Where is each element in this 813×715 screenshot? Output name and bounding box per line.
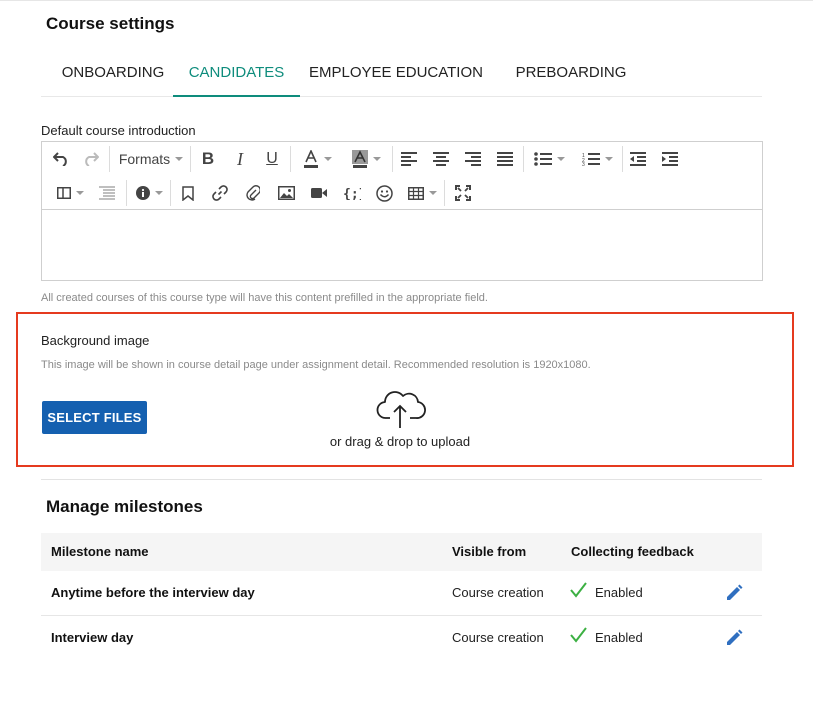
intro-hint: All created courses of this course type …: [41, 292, 488, 304]
toolbar-separator: [170, 180, 171, 206]
cloud-upload-icon[interactable]: [376, 388, 426, 430]
header-collecting-feedback: Collecting feedback: [571, 544, 694, 559]
milestone-name: Anytime before the interview day: [51, 585, 255, 600]
toolbar-separator: [622, 146, 623, 172]
section-divider: [41, 479, 762, 480]
outdent-icon[interactable]: [627, 147, 649, 171]
undo-icon[interactable]: [50, 147, 72, 171]
formats-label: Formats: [118, 151, 171, 167]
toolbar-separator: [444, 180, 445, 206]
editor-content-area[interactable]: [42, 210, 762, 280]
table-row: Interview day Course creation Enabled: [41, 616, 762, 661]
attachment-icon[interactable]: [242, 181, 264, 205]
align-left-icon[interactable]: [398, 147, 420, 171]
fullscreen-icon[interactable]: [452, 181, 474, 205]
align-right-icon[interactable]: [462, 147, 484, 171]
visible-from-value: Course creation: [452, 630, 544, 645]
layout-icon[interactable]: [50, 181, 90, 205]
toolbar-separator: [392, 146, 393, 172]
code-icon[interactable]: {;}: [340, 181, 364, 205]
align-center-icon[interactable]: [430, 147, 452, 171]
page-title: Course settings: [46, 14, 175, 33]
tab-preboarding[interactable]: PREBOARDING: [509, 56, 633, 96]
milestones-title: Manage milestones: [46, 497, 203, 516]
intro-label: Default course introduction: [41, 123, 196, 138]
milestone-name: Interview day: [51, 630, 134, 645]
edit-pencil-icon[interactable]: [726, 629, 743, 646]
redo-icon[interactable]: [80, 147, 102, 171]
background-color-icon[interactable]: [346, 147, 386, 171]
feedback-status: Enabled: [595, 585, 643, 600]
bold-icon[interactable]: B: [197, 147, 219, 171]
visible-from-value: Course creation: [452, 585, 544, 600]
course-type-tabs: ONBOARDING CANDIDATES EMPLOYEE EDUCATION…: [41, 56, 762, 97]
text-color-icon[interactable]: [297, 147, 337, 171]
header-visible-from: Visible from: [452, 544, 527, 559]
check-icon: [570, 627, 587, 643]
link-icon[interactable]: [209, 181, 231, 205]
bullet-list-icon[interactable]: [529, 147, 569, 171]
underline-icon[interactable]: U: [261, 147, 283, 171]
background-image-description: This image will be shown in course detai…: [41, 359, 591, 371]
block-list-icon[interactable]: [96, 181, 118, 205]
toolbar-separator: [126, 180, 127, 206]
toolbar-separator: [523, 146, 524, 172]
toolbar-separator: [190, 146, 191, 172]
top-border: [0, 0, 813, 1]
select-files-button[interactable]: SELECT FILES: [42, 401, 147, 434]
rich-text-editor: Formats B I U 1 2 3 {;: [41, 141, 763, 281]
drag-drop-label: or drag & drop to upload: [329, 434, 471, 449]
svg-text:3: 3: [582, 162, 585, 166]
table-row: Anytime before the interview day Course …: [41, 571, 762, 616]
toolbar-separator: [290, 146, 291, 172]
formats-dropdown[interactable]: Formats: [116, 147, 186, 171]
image-icon[interactable]: [275, 181, 297, 205]
video-icon[interactable]: [308, 181, 330, 205]
bookmark-icon[interactable]: [177, 181, 199, 205]
tab-employee-education[interactable]: EMPLOYEE EDUCATION: [306, 56, 486, 96]
feedback-status: Enabled: [595, 630, 643, 645]
editor-toolbar: Formats B I U 1 2 3 {;: [42, 142, 762, 210]
italic-icon[interactable]: I: [229, 147, 251, 171]
edit-pencil-icon[interactable]: [726, 584, 743, 601]
info-icon[interactable]: [134, 181, 164, 205]
table-icon[interactable]: [406, 181, 438, 205]
align-justify-icon[interactable]: [494, 147, 516, 171]
emoji-icon[interactable]: [373, 181, 395, 205]
svg-text:{;}: {;}: [343, 187, 361, 200]
toolbar-separator: [109, 146, 110, 172]
tab-candidates[interactable]: CANDIDATES: [173, 56, 300, 97]
table-header: Milestone name Visible from Collecting f…: [41, 533, 762, 571]
background-image-title: Background image: [41, 333, 150, 348]
tab-onboarding[interactable]: ONBOARDING: [49, 56, 177, 96]
numbered-list-icon[interactable]: 123: [577, 147, 617, 171]
header-milestone-name: Milestone name: [51, 544, 149, 559]
indent-icon[interactable]: [659, 147, 681, 171]
check-icon: [570, 582, 587, 598]
